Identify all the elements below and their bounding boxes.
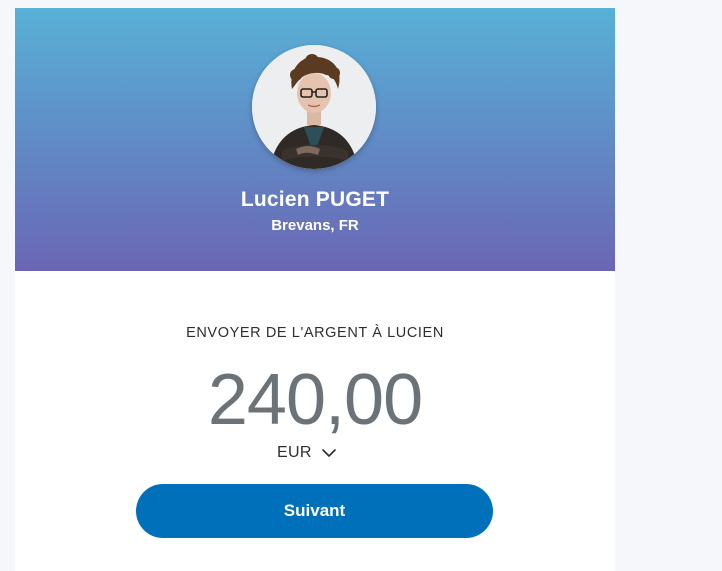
recipient-avatar bbox=[252, 45, 376, 169]
currency-code: EUR bbox=[277, 444, 312, 461]
next-button[interactable]: Suivant bbox=[136, 484, 493, 538]
avatar-photo bbox=[252, 45, 376, 169]
recipient-header: Lucien PUGET Brevans, FR bbox=[15, 8, 615, 271]
amount-input[interactable]: 240,00 bbox=[15, 360, 615, 440]
recipient-name: Lucien PUGET bbox=[240, 188, 390, 211]
send-money-label: ENVOYER DE L'ARGENT À LUCIEN bbox=[186, 325, 444, 341]
recipient-location: Brevans, FR bbox=[271, 217, 359, 234]
currency-selector[interactable]: EUR bbox=[277, 442, 336, 464]
send-money-card: Lucien PUGET Brevans, FR ENVOYER DE L'AR… bbox=[15, 8, 615, 571]
chevron-down-icon bbox=[321, 448, 336, 457]
